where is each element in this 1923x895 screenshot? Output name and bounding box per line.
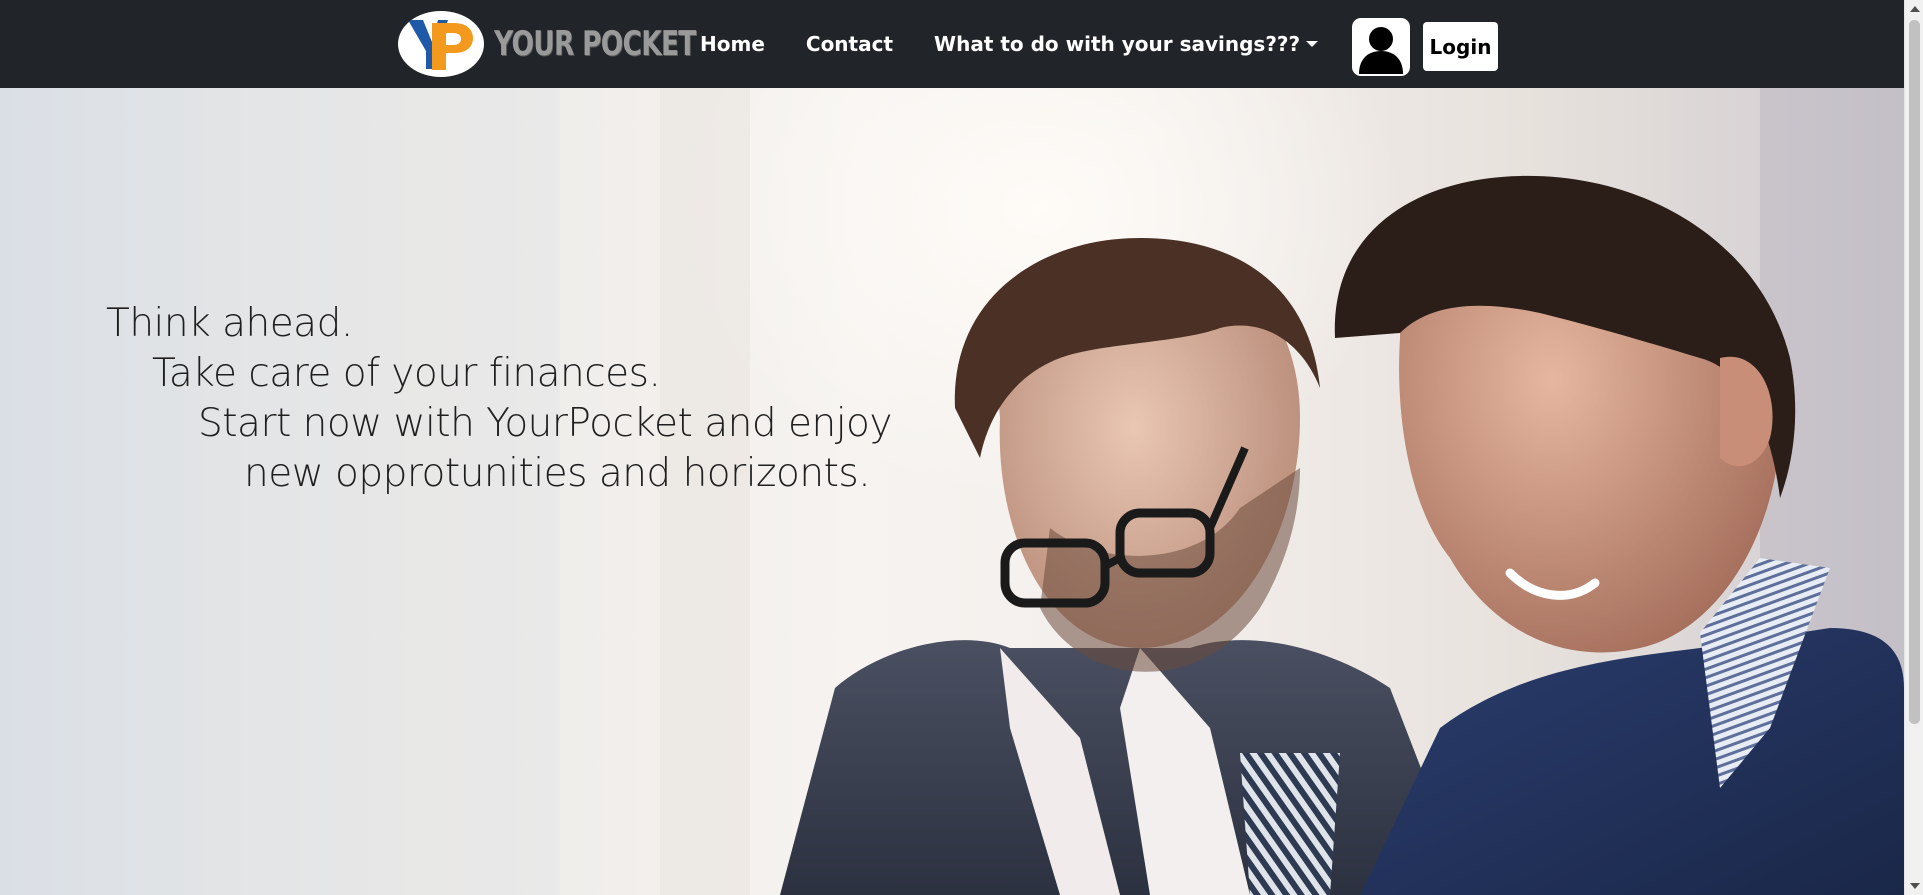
- hero-line-1: Think ahead.: [106, 301, 353, 346]
- page-scrollbar[interactable]: [1904, 0, 1923, 895]
- scroll-thumb[interactable]: [1909, 20, 1920, 724]
- hero-line-2: Take care of your finances.: [152, 351, 661, 396]
- hero-line-3: Start now with YourPocket and enjoy: [198, 401, 893, 446]
- nav-home-link[interactable]: Home: [700, 32, 765, 56]
- nav-contact-link[interactable]: Contact: [806, 32, 893, 56]
- yp-logo-icon: [408, 20, 473, 70]
- nav-links: Home Contact What to do with your saving…: [700, 0, 1359, 88]
- nav-savings-dropdown[interactable]: What to do with your savings???: [934, 32, 1319, 56]
- caret-down-icon: [1306, 41, 1319, 47]
- navbar: YOUR POCKET Home Contact What to do with…: [0, 0, 1904, 88]
- user-avatar-button[interactable]: [1352, 18, 1410, 76]
- hero-section: Think ahead. Take care of your finances.…: [0, 88, 1904, 895]
- scroll-down-arrow-icon[interactable]: [1910, 883, 1920, 889]
- brand-name: YOUR POCKET: [494, 24, 696, 64]
- brand-logo-badge: [398, 11, 484, 77]
- nav-savings-label: What to do with your savings???: [934, 32, 1301, 56]
- scroll-up-arrow-icon[interactable]: [1910, 6, 1920, 12]
- page: YOUR POCKET Home Contact What to do with…: [0, 0, 1923, 895]
- user-icon: [1359, 27, 1403, 74]
- hero-line-4: new opprotunities and horizonts.: [244, 451, 871, 496]
- login-button[interactable]: Login: [1423, 22, 1498, 71]
